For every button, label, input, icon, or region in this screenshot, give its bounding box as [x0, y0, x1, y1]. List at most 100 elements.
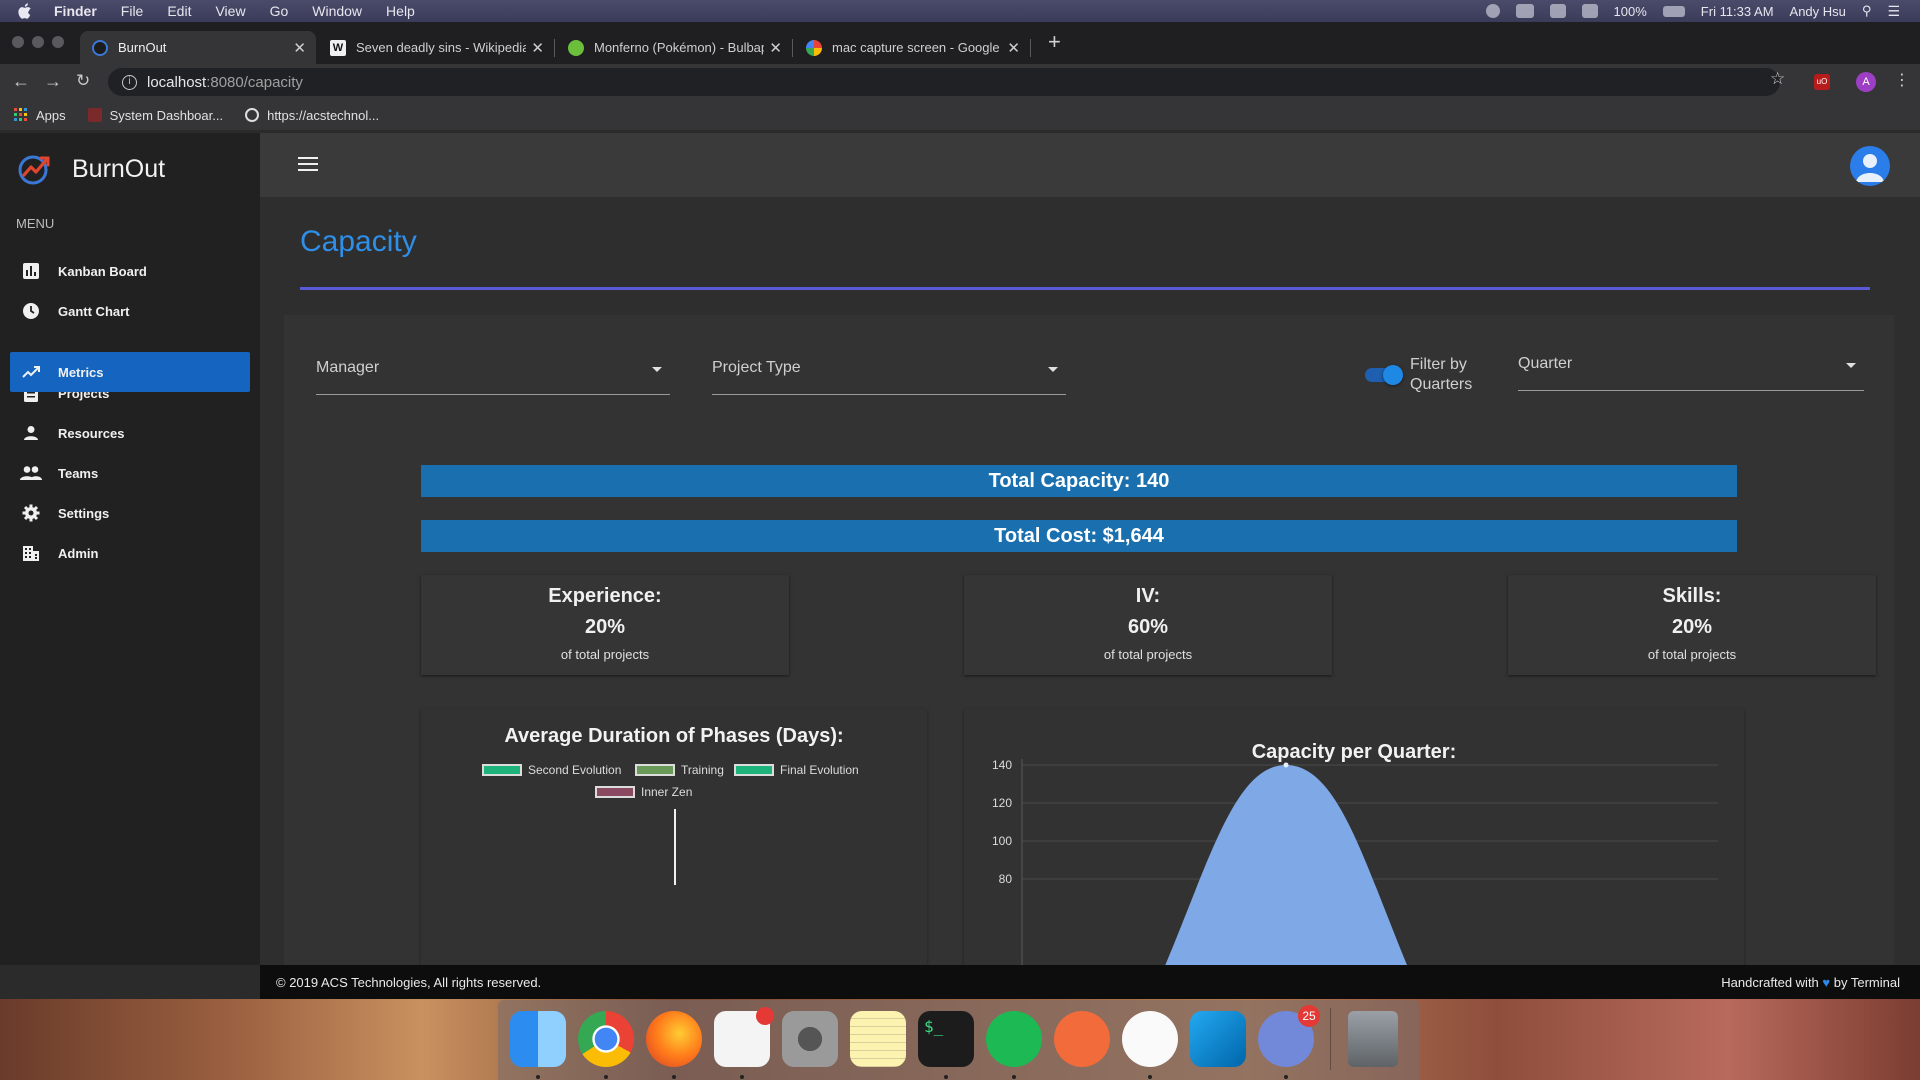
- terminal-icon[interactable]: $_: [918, 1011, 974, 1067]
- clock-icon: [20, 300, 42, 322]
- sidebar-item-settings[interactable]: Settings: [10, 493, 250, 533]
- macos-dock: $_ 25: [498, 1000, 1420, 1080]
- forward-arrow-icon[interactable]: →: [44, 71, 62, 92]
- sidebar-item-label: Settings: [58, 505, 110, 521]
- chevron-down-icon: [652, 367, 662, 372]
- airplay-icon[interactable]: [1581, 4, 1598, 18]
- filter-by-quarters-toggle[interactable]: [1365, 365, 1403, 385]
- globe-icon: [245, 108, 260, 122]
- sync-icon[interactable]: [1485, 4, 1500, 18]
- bookmark-acstechnologies[interactable]: https://acstechnol...: [245, 108, 379, 123]
- spotify-icon[interactable]: [986, 1011, 1042, 1067]
- close-tab-icon[interactable]: ✕: [769, 39, 782, 57]
- trending-up-icon: [20, 361, 42, 383]
- sidebar-item-resources[interactable]: Resources: [10, 413, 250, 453]
- bookmark-label: System Dashboar...: [109, 107, 224, 123]
- profile-avatar[interactable]: A: [1856, 72, 1876, 92]
- menu-edit[interactable]: Edit: [167, 3, 191, 19]
- legend-item[interactable]: Inner Zen: [595, 785, 692, 799]
- menu-window[interactable]: Window: [312, 3, 362, 19]
- data-point[interactable]: [1283, 762, 1289, 768]
- tab-separator: [792, 39, 793, 57]
- manager-select[interactable]: Manager: [316, 345, 670, 395]
- bear-icon[interactable]: [1122, 1011, 1178, 1067]
- browser-tab-google[interactable]: mac capture screen - Google S ✕: [794, 31, 1031, 64]
- docker-icon[interactable]: [1515, 4, 1534, 18]
- battery-icon[interactable]: [1662, 5, 1685, 17]
- legend-item[interactable]: Final Evolution: [734, 763, 859, 777]
- finder-icon[interactable]: [510, 1011, 566, 1067]
- discord-icon[interactable]: 25: [1258, 1005, 1320, 1067]
- sidebar-item-kanban-board[interactable]: Kanban Board: [10, 251, 250, 291]
- sidebar-item-metrics-active[interactable]: Metrics: [10, 352, 250, 392]
- running-indicator: [740, 1075, 744, 1079]
- user-avatar-icon[interactable]: [1850, 146, 1890, 186]
- browser-tab-burnout[interactable]: BurnOut ✕: [80, 31, 316, 64]
- site-info-icon[interactable]: i: [122, 74, 137, 90]
- notes-icon[interactable]: [850, 1011, 906, 1067]
- sidebar-item-admin[interactable]: Admin: [10, 533, 250, 573]
- trash-icon[interactable]: [1348, 1011, 1398, 1067]
- menu-file[interactable]: File: [121, 3, 144, 19]
- apple-icon[interactable]: [18, 3, 32, 19]
- capacity-card: Manager Project Type Filter by Quarters …: [284, 315, 1894, 965]
- filter-by-quarters-label: Filter by Quarters: [1410, 356, 1473, 393]
- legend-item[interactable]: Second Evolution: [482, 763, 621, 777]
- window-minimize-button[interactable]: [32, 36, 44, 48]
- google-favicon: [806, 39, 822, 56]
- quarter-select[interactable]: Quarter: [1518, 341, 1864, 391]
- tab-title: BurnOut: [118, 40, 167, 55]
- back-arrow-icon[interactable]: ←: [12, 71, 30, 92]
- window-zoom-button[interactable]: [52, 36, 64, 48]
- legend-swatch: [595, 786, 635, 798]
- wifi-icon[interactable]: [1549, 4, 1566, 18]
- running-indicator: [672, 1075, 676, 1079]
- url-path: :8080/capacity: [206, 73, 303, 91]
- vscode-icon[interactable]: [1190, 1011, 1246, 1067]
- close-tab-icon[interactable]: ✕: [293, 39, 306, 57]
- firefox-icon[interactable]: [646, 1011, 702, 1067]
- sidebar-item-label: Metrics: [58, 364, 104, 380]
- window-close-button[interactable]: [12, 36, 24, 48]
- running-indicator: [1284, 1075, 1288, 1079]
- legend-item[interactable]: Training: [635, 763, 724, 777]
- notification-center-icon[interactable]: ☰: [1887, 3, 1900, 20]
- stat-value: 20%: [584, 616, 626, 638]
- browser-toolbar: ← → ↻ i localhost:8080/capacity ☆ uO A ⋮: [0, 64, 1920, 100]
- reload-icon[interactable]: ↻: [76, 71, 90, 91]
- menu-help[interactable]: Help: [386, 3, 415, 19]
- postman-icon[interactable]: [1054, 1011, 1110, 1067]
- legend-label: Inner Zen: [641, 785, 693, 799]
- quarter-select-label: Quarter: [1518, 355, 1573, 372]
- browser-tab-bulbapedia[interactable]: Monferno (Pokémon) - Bulbap ✕: [556, 31, 793, 64]
- browser-menu-icon[interactable]: ⋮: [1894, 70, 1910, 90]
- close-tab-icon[interactable]: ✕: [531, 39, 544, 57]
- title-divider: [300, 287, 1870, 290]
- hamburger-menu-icon[interactable]: [298, 157, 318, 173]
- clock[interactable]: Fri 11:33 AM: [1701, 4, 1774, 19]
- bookmark-apps[interactable]: Apps: [14, 108, 66, 123]
- running-indicator: [536, 1075, 540, 1079]
- project-type-select[interactable]: Project Type: [712, 345, 1066, 395]
- slack-icon[interactable]: [714, 1007, 774, 1067]
- sidebar-item-teams[interactable]: Teams: [10, 453, 250, 493]
- ublock-extension-icon[interactable]: uO: [1814, 74, 1830, 90]
- menu-go[interactable]: Go: [270, 3, 289, 19]
- new-tab-button[interactable]: +: [1048, 29, 1061, 55]
- close-tab-icon[interactable]: ✕: [1007, 39, 1020, 57]
- y-tick-label: 100: [992, 834, 1012, 848]
- spotlight-icon[interactable]: ⚲: [1862, 3, 1872, 19]
- bookmark-system-dashboard[interactable]: System Dashboar...: [87, 107, 224, 123]
- sidebar-item-gantt-chart[interactable]: Gantt Chart: [10, 291, 250, 331]
- running-indicator: [604, 1075, 608, 1079]
- bookmark-star-icon[interactable]: ☆: [1770, 69, 1785, 89]
- menu-finder[interactable]: Finder: [54, 3, 97, 19]
- system-preferences-icon[interactable]: [782, 1011, 838, 1067]
- capacity-area-plot: 140 120 100 80: [992, 758, 1718, 965]
- tab-separator: [1030, 39, 1031, 57]
- address-bar[interactable]: i localhost:8080/capacity: [108, 68, 1780, 96]
- chrome-icon[interactable]: [578, 1011, 634, 1067]
- user-name[interactable]: Andy Hsu: [1790, 4, 1846, 19]
- menu-view[interactable]: View: [215, 3, 245, 19]
- browser-tab-wikipedia[interactable]: W Seven deadly sins - Wikipedia ✕: [318, 31, 555, 64]
